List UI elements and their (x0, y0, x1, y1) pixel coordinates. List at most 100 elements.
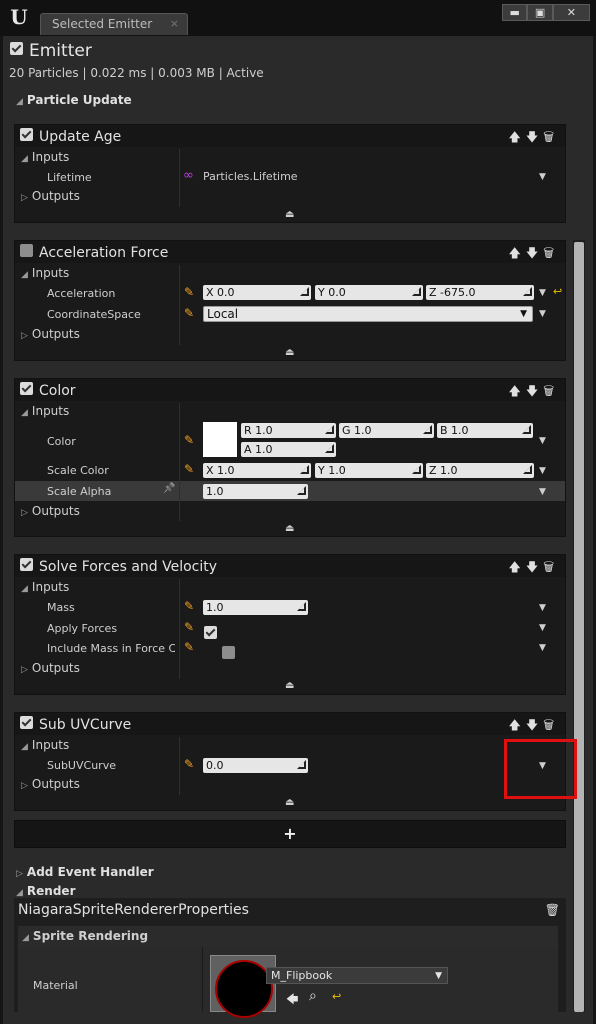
include-mass-dropdown-icon[interactable]: ▼ (539, 643, 546, 653)
coordinate-space-select[interactable]: Local ▼ (203, 306, 533, 322)
acceleration-dropdown-icon[interactable]: ▼ (539, 288, 546, 298)
acceleration-y-field[interactable]: Y 0.0 (315, 285, 423, 300)
edit-pencil-icon[interactable]: ✎ (184, 433, 194, 447)
apply-forces-dropdown-icon[interactable]: ▼ (539, 623, 546, 633)
color-swatch[interactable] (203, 422, 237, 457)
outputs-toggle[interactable]: ▷ Outputs (21, 777, 80, 791)
module-actions[interactable]: 🡅🡇🗑 (509, 716, 559, 737)
maximize-button[interactable]: ▣ (527, 4, 553, 21)
drag-handle-icon[interactable] (522, 425, 531, 434)
color-dropdown-icon[interactable]: ▼ (539, 436, 546, 446)
column-divider[interactable] (179, 149, 180, 207)
add-module-button[interactable]: + (14, 820, 566, 848)
collapse-module-icon[interactable]: ⏏ (285, 209, 294, 220)
add-event-handler-category[interactable]: ▷ Add Event Handler (16, 861, 154, 880)
module-actions[interactable]: 🡅🡇🗑 (509, 558, 559, 579)
outputs-toggle[interactable]: ▷ Outputs (21, 504, 80, 518)
close-button[interactable]: ✕ (552, 4, 590, 21)
drag-handle-icon[interactable] (325, 425, 334, 434)
drag-handle-icon[interactable] (523, 287, 532, 296)
outputs-toggle[interactable]: ▷ Outputs (21, 327, 80, 341)
edit-pencil-icon[interactable]: ✎ (184, 640, 194, 654)
edit-pencil-icon[interactable]: ✎ (184, 620, 194, 634)
reset-default-icon[interactable]: ↩ (332, 990, 341, 1003)
module-enabled-checkbox[interactable] (20, 244, 33, 257)
drag-handle-icon[interactable] (300, 287, 309, 296)
inputs-toggle[interactable]: ◢ Inputs (21, 738, 69, 752)
module-enabled-checkbox[interactable] (20, 558, 33, 571)
drag-handle-icon[interactable] (325, 444, 334, 453)
mass-dropdown-icon[interactable]: ▼ (539, 603, 546, 613)
color-b-field[interactable]: B 1.0 (437, 423, 533, 438)
scale-alpha-dropdown-icon[interactable]: ▼ (539, 487, 546, 497)
include-mass-checkbox[interactable] (222, 646, 236, 659)
collapse-module-icon[interactable]: ⏏ (285, 680, 294, 691)
expand-arrow-icon: ◢ (21, 742, 28, 752)
column-divider[interactable] (179, 403, 180, 521)
column-divider[interactable] (179, 265, 180, 345)
emitter-enabled-checkbox[interactable] (10, 42, 23, 55)
scale-color-dropdown-icon[interactable]: ▼ (539, 466, 546, 476)
subuvcurve-field[interactable]: 0.0 (203, 758, 308, 773)
edit-pencil-icon[interactable]: ✎ (184, 757, 194, 771)
drag-handle-icon[interactable] (523, 465, 532, 474)
edit-pencil-icon[interactable]: ✎ (184, 599, 194, 613)
apply-forces-checkbox[interactable] (204, 626, 217, 639)
color-g-field[interactable]: G 1.0 (339, 423, 434, 438)
module-enabled-checkbox[interactable] (20, 382, 33, 395)
reset-default-icon[interactable]: ↩ (553, 285, 562, 298)
module-actions[interactable]: 🡅🡇🗑 (509, 382, 559, 403)
edit-pencil-icon[interactable]: ✎ (184, 462, 194, 476)
color-r-field[interactable]: R 1.0 (241, 423, 336, 438)
pin-icon[interactable]: 📌 (163, 483, 175, 494)
coordinate-dropdown-icon[interactable]: ▼ (539, 309, 546, 319)
collapse-module-icon[interactable]: ⏏ (285, 523, 294, 534)
drag-handle-icon[interactable] (412, 465, 421, 474)
inputs-toggle[interactable]: ◢ Inputs (21, 404, 69, 418)
material-label: Material (33, 979, 78, 992)
mass-field[interactable]: 1.0 (203, 600, 308, 615)
tab-close-icon[interactable]: × (170, 17, 179, 30)
color-a-field[interactable]: A 1.0 (241, 442, 336, 457)
collapse-module-icon[interactable]: ⏏ (285, 347, 294, 358)
edit-pencil-icon[interactable]: ✎ (184, 285, 194, 299)
collapse-module-icon[interactable]: ⏏ (285, 797, 294, 808)
acceleration-x-field[interactable]: X 0.0 (203, 285, 311, 300)
scale-alpha-field[interactable]: 1.0 (203, 484, 308, 499)
tab-selected-emitter[interactable]: Selected Emitter × (40, 13, 188, 35)
render-category[interactable]: ◢ Render (16, 880, 76, 899)
module-enabled-checkbox[interactable] (20, 128, 33, 141)
drag-handle-icon[interactable] (297, 602, 306, 611)
outputs-toggle[interactable]: ▷ Outputs (21, 189, 80, 203)
drag-handle-icon[interactable] (297, 486, 306, 495)
inputs-toggle[interactable]: ◢ Inputs (21, 266, 69, 280)
lifetime-dropdown-icon[interactable]: ▼ (539, 172, 546, 182)
minimize-button[interactable]: ▬ (502, 4, 528, 21)
module-actions[interactable]: 🡅🡇🗑 (509, 244, 559, 265)
scale-color-x-field[interactable]: X 1.0 (203, 463, 311, 478)
edit-pencil-icon[interactable]: ✎ (184, 306, 194, 320)
module-actions[interactable]: 🡅🡇🗑 (509, 128, 559, 149)
delete-renderer-icon[interactable]: 🗑 (545, 903, 560, 917)
drag-handle-icon[interactable] (412, 287, 421, 296)
drag-handle-icon[interactable] (300, 465, 309, 474)
lifetime-value[interactable]: Particles.Lifetime (203, 170, 298, 183)
inputs-toggle[interactable]: ◢ Inputs (21, 150, 69, 164)
column-divider[interactable] (179, 737, 180, 795)
module-enabled-checkbox[interactable] (20, 716, 33, 729)
drag-handle-icon[interactable] (297, 760, 306, 769)
outputs-toggle[interactable]: ▷ Outputs (21, 661, 80, 675)
drag-handle-icon[interactable] (423, 425, 432, 434)
material-select[interactable]: M_Flipbook ▼ (266, 967, 448, 984)
column-divider[interactable] (179, 579, 180, 679)
use-selected-asset-icon[interactable]: 🡄 (286, 990, 298, 1011)
acceleration-z-field[interactable]: Z -675.0 (426, 285, 534, 300)
scale-color-z-field[interactable]: Z 1.0 (426, 463, 534, 478)
sprite-rendering-header[interactable]: ◢ Sprite Rendering (18, 926, 558, 947)
browse-asset-icon[interactable]: ⌕ (309, 988, 317, 1004)
particle-update-category[interactable]: ◢ Particle Update (16, 89, 132, 108)
scale-color-y-field[interactable]: Y 1.0 (315, 463, 423, 478)
inputs-toggle[interactable]: ◢ Inputs (21, 580, 69, 594)
column-divider[interactable] (202, 947, 203, 1012)
scrollbar-thumb[interactable] (574, 242, 584, 1012)
